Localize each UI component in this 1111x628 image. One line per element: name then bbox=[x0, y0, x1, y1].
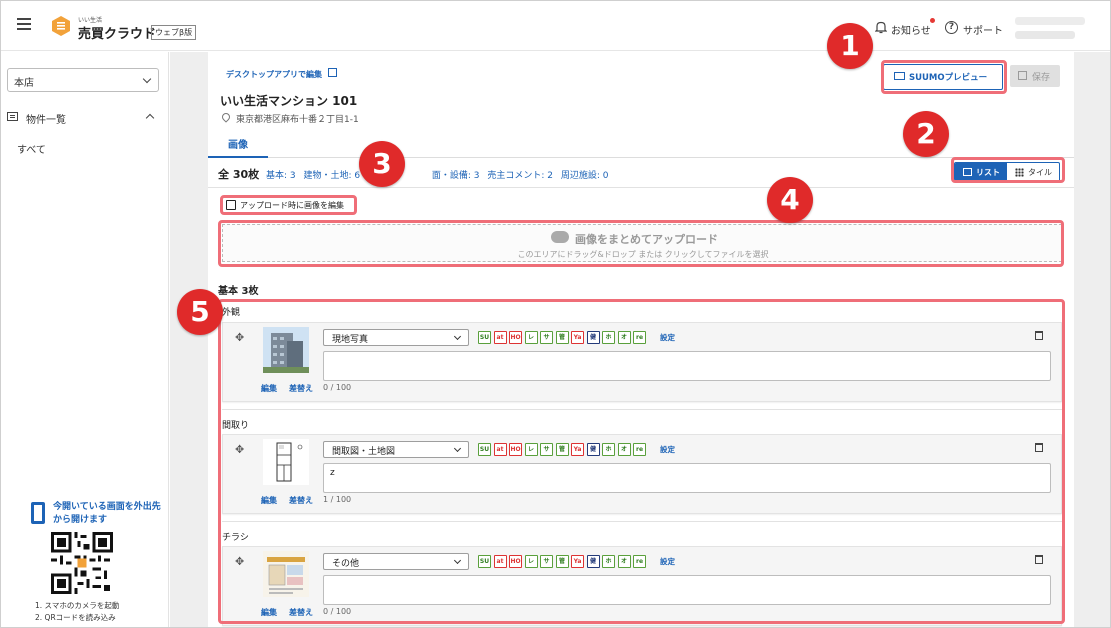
list-icon bbox=[7, 112, 18, 121]
external-link-icon bbox=[328, 68, 337, 77]
total-count: 全 30枚 bbox=[218, 168, 260, 181]
support-link[interactable]: サポート bbox=[963, 22, 1003, 37]
chevron-down-icon bbox=[142, 74, 152, 84]
app-window: いい生活 売買クラウド ウェブβ版 お知らせ ? サポート 本店 物件一覧 すべ… bbox=[0, 0, 1111, 628]
tab-image[interactable]: 画像 bbox=[208, 130, 268, 158]
count-nearby[interactable]: 周辺施設: 0 bbox=[561, 171, 609, 181]
logo-icon bbox=[52, 16, 70, 36]
notification-dot bbox=[930, 18, 935, 23]
user-name-blurred[interactable] bbox=[1015, 17, 1085, 25]
section-count: 基本 3枚 bbox=[218, 286, 259, 297]
bell-icon[interactable] bbox=[875, 21, 887, 34]
sidebar-section-property-list[interactable]: 物件一覧 bbox=[7, 110, 159, 126]
menu-icon[interactable] bbox=[17, 18, 31, 30]
highlight-view-toggle bbox=[951, 157, 1065, 183]
store-select-value: 本店 bbox=[14, 78, 34, 89]
brand-name: 売買クラウド bbox=[78, 27, 157, 42]
store-select[interactable]: 本店 bbox=[7, 68, 159, 92]
desktop-app-link[interactable]: デスクトップアプリで編集 bbox=[226, 69, 322, 80]
annotation-marker-5: 5 bbox=[177, 289, 223, 335]
qr-code-image bbox=[51, 532, 113, 594]
qr-step-1: 1. スマホのカメラを起動 bbox=[35, 601, 120, 610]
property-address: 東京都港区麻布十番２丁目1-1 bbox=[236, 115, 359, 125]
sidebar-item-all[interactable]: すべて bbox=[17, 141, 46, 156]
count-facilities[interactable]: 面・設備: 3 bbox=[432, 171, 480, 181]
beta-badge: ウェブβ版 bbox=[151, 25, 197, 40]
save-icon bbox=[1018, 71, 1027, 80]
chevron-up-icon bbox=[145, 113, 155, 123]
qr-promo-text: 今開いている画面を外出先から開けます bbox=[53, 502, 161, 525]
qr-step-2: 2. QRコードを読み込み bbox=[35, 613, 116, 622]
top-header: いい生活 売買クラウド ウェブβ版 お知らせ ? サポート bbox=[1, 1, 1110, 51]
highlight-edit-checkbox bbox=[220, 195, 357, 215]
highlight-card-list bbox=[218, 299, 1065, 624]
annotation-marker-1: 1 bbox=[827, 23, 873, 69]
property-title: いい生活マンション 101 bbox=[220, 94, 358, 108]
save-button[interactable]: 保存 bbox=[1010, 65, 1060, 87]
highlight-dropzone bbox=[218, 220, 1064, 267]
divider bbox=[208, 187, 1074, 188]
location-pin-icon bbox=[220, 111, 232, 123]
count-building-land[interactable]: 建物・土地: 6 bbox=[304, 171, 361, 181]
count-seller-comment[interactable]: 売主コメント: 2 bbox=[487, 171, 553, 181]
user-org-blurred bbox=[1015, 31, 1075, 39]
annotation-marker-4: 4 bbox=[767, 177, 813, 223]
notifications-link[interactable]: お知らせ bbox=[891, 22, 931, 37]
count-basic[interactable]: 基本: 3 bbox=[266, 171, 296, 181]
image-count-filter: 全 30枚 基本: 3 建物・土地: 6 面・設備: 3 売主コメント: 2 周… bbox=[218, 166, 958, 182]
annotation-marker-3: 3 bbox=[359, 141, 405, 187]
save-label: 保存 bbox=[1032, 73, 1051, 83]
help-icon[interactable]: ? bbox=[945, 21, 958, 34]
qr-steps: 1. スマホのカメラを起動 2. QRコードを読み込み bbox=[35, 600, 119, 624]
highlight-preview bbox=[881, 60, 1007, 94]
smartphone-icon bbox=[31, 502, 45, 524]
annotation-marker-2: 2 bbox=[903, 111, 949, 157]
sidebar: 本店 物件一覧 すべて 今開いている画面を外出先から開けます 1. スマホのカメ… bbox=[1, 52, 169, 627]
sidebar-section-label: 物件一覧 bbox=[26, 115, 66, 126]
